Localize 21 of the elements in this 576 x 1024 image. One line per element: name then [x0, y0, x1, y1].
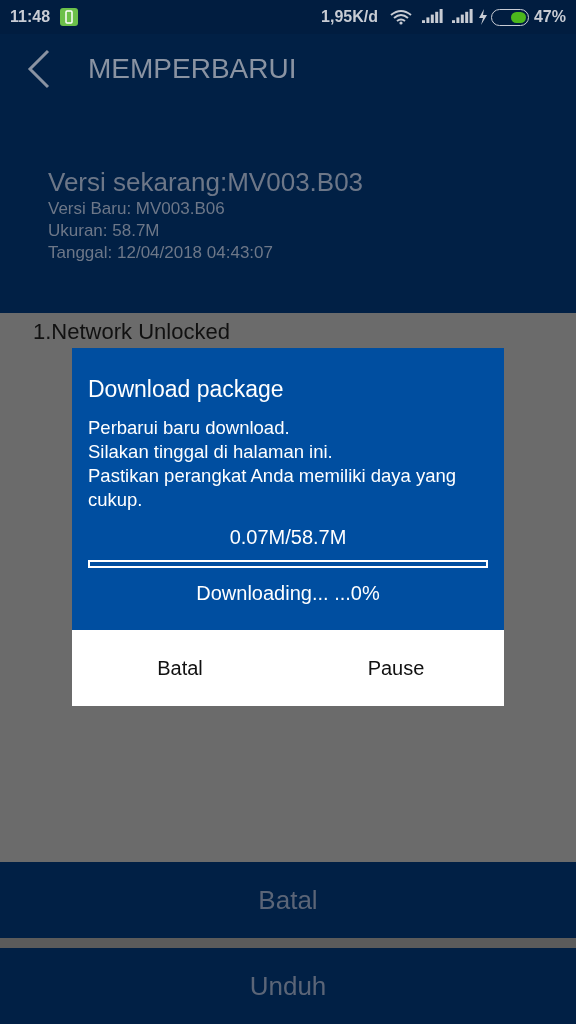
info-line: Versi Baru: MV003.B06: [48, 198, 226, 220]
time: 11:48: [10, 7, 51, 27]
wifi-icon: [389, 9, 412, 25]
download-size: 0.07M/58.7M: [228, 525, 348, 550]
info-line: Tanggal: 12/04/2018 04:43:07: [48, 242, 274, 264]
dialog-title: Download package: [88, 375, 285, 404]
dialog-message: Pastikan perangkat Anda memiliki daya yang cukup.: [88, 464, 458, 512]
signal-icon: [421, 9, 444, 25]
battery-icon: [60, 8, 79, 26]
info-line: Ukuran: 58.7M: [48, 220, 161, 242]
current-version: Versi sekarang:MV003.B03: [48, 166, 365, 198]
back-icon[interactable]: [26, 49, 52, 89]
charging-bolt-icon: [477, 9, 488, 25]
download-status: Downloading... ...0%: [195, 581, 381, 606]
battery-percent: 47%: [533, 7, 566, 27]
dialog-message: Perbarui baru download.: [88, 416, 291, 440]
network-speed: 1,95K/d: [321, 7, 378, 27]
signal-icon: [451, 9, 474, 25]
page-title: MEMPERBARUI: [88, 52, 297, 86]
dialog-message: Silakan tinggal di halaman ini.: [88, 440, 334, 464]
changelog-line: 1.Network Unlocked: [33, 319, 231, 345]
